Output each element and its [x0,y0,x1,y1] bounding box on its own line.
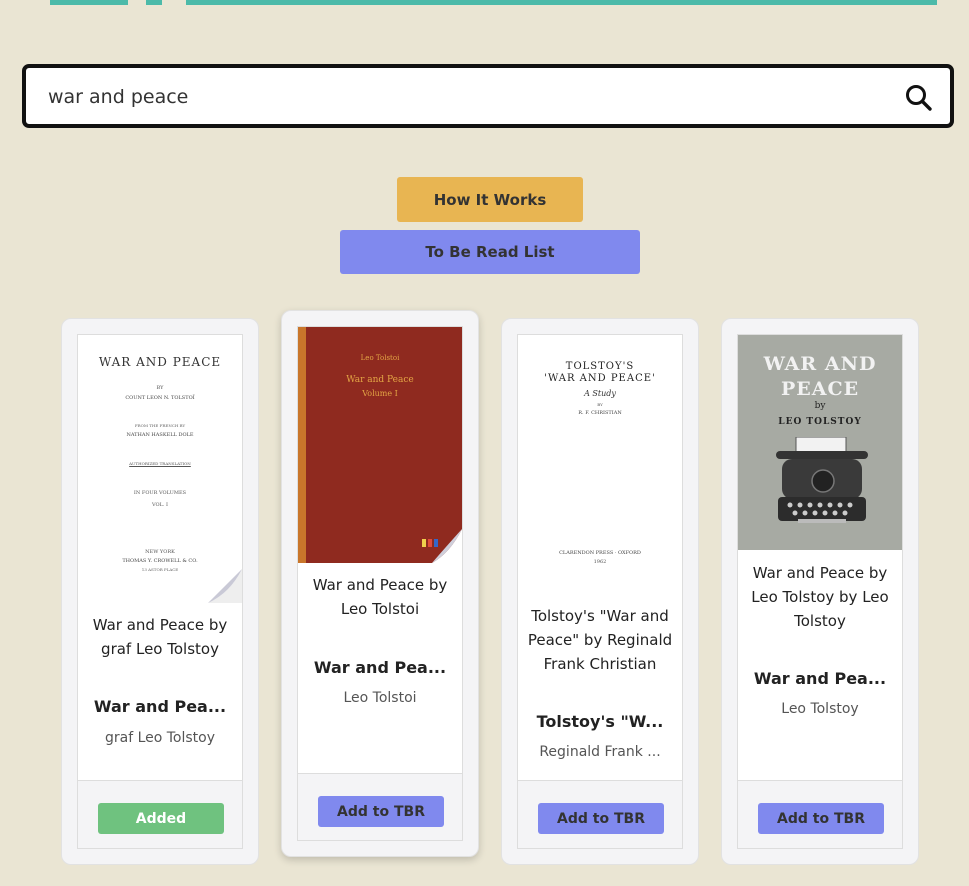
book-cover: TOLSTOY'S 'WAR AND PEACE' A Study BY R. … [518,335,682,585]
cover-spine [298,327,306,563]
cover-publisher: THOMAS Y. CROWELL & CO. [122,558,198,564]
book-short-title: War and Pea... [753,669,887,688]
cover-year: 1962 [593,559,607,565]
cover-title-line2: PEACE [780,378,860,400]
add-to-tbr-button[interactable]: Add to TBR [318,796,444,827]
search-bar [22,64,954,128]
cover-title-line2: 'WAR AND PEACE' [544,373,656,384]
page-curl-icon [208,569,242,603]
book-short-title: War and Pea... [313,658,447,677]
to-be-read-list-button[interactable]: To Be Read List [340,230,640,274]
header-bar-segment [146,0,162,5]
book-author: Leo Tolstoi [343,690,417,706]
cover-by: BY [597,402,603,407]
book-card: Leo Tolstoi War and Peace Volume I War a… [281,310,479,857]
how-it-works-button[interactable]: How It Works [397,177,583,222]
book-author: Leo Tolstoy [781,701,859,717]
typewriter-illustration [776,437,868,523]
cover-city: NEW YORK [145,549,175,555]
cover-note: AUTHORIZED TRANSLATION [129,461,191,466]
book-card-footer: Add to TBR [518,780,682,848]
header-bar-segment [186,0,937,5]
cover-volume: VOL. I [151,502,169,508]
cover-by: by [814,401,826,411]
cover-by: BY [156,385,164,391]
book-title: War and Peace by graf Leo Tolstoy [92,616,228,658]
add-to-tbr-button[interactable]: Add to TBR [758,803,884,834]
cover-title: War and Peace [346,375,414,385]
added-button[interactable]: Added [98,803,224,834]
book-card-footer: Add to TBR [738,780,902,848]
book-cover: WAR AND PEACE BY COUNT LEON N. TOLSTOÏ F… [78,335,242,603]
cover-translator: NATHAN HASKELL DOLE [126,432,194,438]
cover-author: Leo Tolstoi [360,354,400,362]
cover-volumes: IN FOUR VOLUMES [133,490,187,496]
book-cover: Leo Tolstoi War and Peace Volume I [298,327,462,563]
search-input[interactable] [46,68,890,126]
book-card-inner: WAR AND PEACE BY COUNT LEON N. TOLSTOÏ F… [77,334,243,849]
book-short-title: Tolstoy's "W... [536,712,664,731]
search-icon [906,85,932,111]
book-cover: WAR AND PEACE by LEO TOLSTOY [738,335,902,550]
book-title: War and Peace by Leo Tolstoy by Leo Tols… [751,564,889,630]
cover-subtitle: A Study [584,389,616,398]
book-card-inner: WAR AND PEACE by LEO TOLSTOY War and Pea… [737,334,903,849]
book-card-inner: TOLSTOY'S 'WAR AND PEACE' A Study BY R. … [517,334,683,849]
cover-author: R. F. CHRISTIAN [578,410,622,416]
book-card: WAR AND PEACE BY COUNT LEON N. TOLSTOÏ F… [61,318,259,865]
book-title: War and Peace by Leo Tolstoi [312,576,448,618]
search-button[interactable] [904,83,934,113]
book-card: TOLSTOY'S 'WAR AND PEACE' A Study BY R. … [501,318,699,865]
cover-title-line1: WAR AND [763,353,877,375]
add-to-tbr-button[interactable]: Add to TBR [538,803,664,834]
cover-translated: FROM THE FRENCH BY [134,423,186,428]
page-curl-icon [432,529,462,563]
book-card-footer: Add to TBR [298,773,462,840]
cover-author: COUNT LEON N. TOLSTOÏ [125,395,195,401]
book-card-inner: Leo Tolstoi War and Peace Volume I War a… [297,326,463,841]
cover-volume: Volume I [362,389,398,398]
book-card: WAR AND PEACE by LEO TOLSTOY War and Pea… [721,318,919,865]
cover-title-line1: TOLSTOY'S [565,361,635,372]
cover-author: LEO TOLSTOY [778,417,862,427]
book-card-footer: Added [78,780,242,848]
book-author: graf Leo Tolstoy [104,730,216,746]
header-bar-segment [50,0,128,5]
cover-logo-mark [422,539,426,547]
cover-publisher: CLARENDON PRESS · OXFORD [559,550,641,556]
book-author: Reginald Frank ... [539,744,661,760]
book-short-title: War and Pea... [93,697,227,716]
cover-title: WAR AND PEACE [98,355,222,369]
book-title: Tolstoy's "War and Peace" by Reginald Fr… [527,607,673,673]
